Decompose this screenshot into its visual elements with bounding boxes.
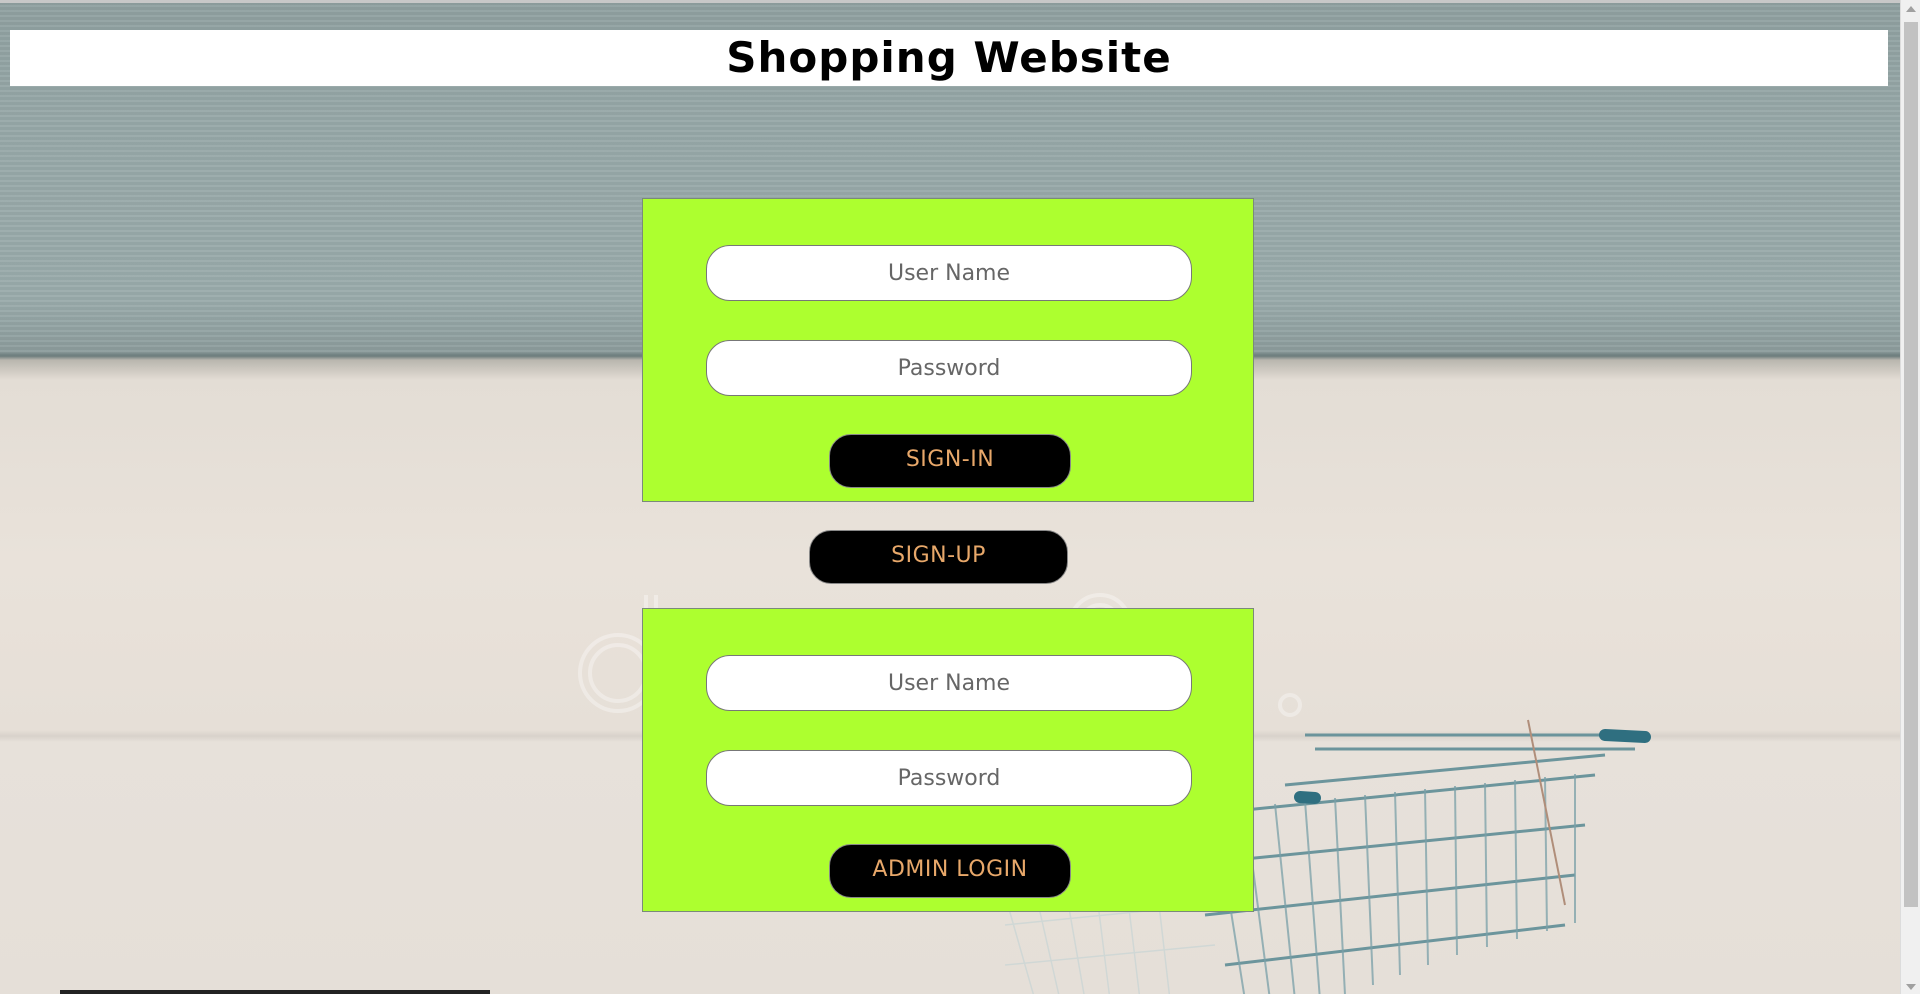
login-form: SIGN-IN xyxy=(642,198,1254,502)
scroll-up-icon[interactable] xyxy=(1906,6,1916,12)
username-input[interactable] xyxy=(706,245,1192,301)
site-title: Shopping Website xyxy=(726,33,1172,82)
page: Shopping Website SIGN-IN SIGN-UP ADMIN L… xyxy=(0,0,1920,994)
admin-username-input[interactable] xyxy=(706,655,1192,711)
admin-login-button[interactable]: ADMIN LOGIN xyxy=(829,844,1071,898)
scroll-down-icon[interactable] xyxy=(1906,984,1916,990)
vertical-scrollbar[interactable] xyxy=(1900,0,1920,994)
admin-password-input[interactable] xyxy=(706,750,1192,806)
top-edge xyxy=(0,0,1920,3)
site-header: Shopping Website xyxy=(10,30,1888,86)
sign-up-button[interactable]: SIGN-UP xyxy=(809,530,1068,584)
sign-in-button[interactable]: SIGN-IN xyxy=(829,434,1071,488)
scroll-thumb[interactable] xyxy=(1904,22,1918,907)
password-input[interactable] xyxy=(706,340,1192,396)
bottom-bar xyxy=(60,990,490,994)
admin-login-form: ADMIN LOGIN xyxy=(642,608,1254,912)
